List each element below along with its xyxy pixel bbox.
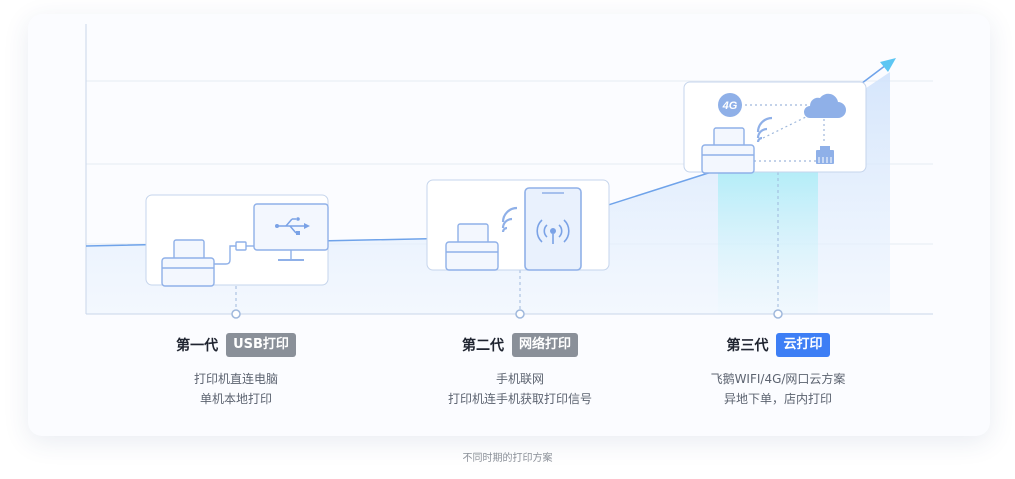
usb-printing-badge: USB打印 (226, 333, 296, 357)
network-printing-badge: 网络打印 (511, 333, 578, 357)
timeline-dot-2 (515, 309, 525, 319)
network-printing-illustration (426, 179, 610, 271)
growth-arrowhead (880, 58, 896, 72)
cloud-printing-illustration: 4G (683, 81, 867, 174)
generation-desc-line: 飞鹅WIFI/4G/网口云方案 (710, 372, 846, 386)
generation-label: 第二代 (461, 338, 504, 354)
generation-label: 第三代 (726, 338, 769, 354)
generation-desc-line: 打印机连手机获取打印信号 (447, 392, 592, 406)
generation-3: 第三代 云打印 飞鹅WIFI/4G/网口云方案 异地下单，店内打印 (648, 332, 908, 409)
generation-desc-line: 打印机直连电脑 (193, 372, 278, 386)
usb-plug-icon (235, 241, 247, 251)
4g-icon-label: 4G (722, 100, 738, 112)
usb-printing-illustration (145, 194, 329, 287)
cloud-beam (718, 164, 818, 314)
figure-caption: 不同时期的打印方案 (462, 453, 553, 464)
cloud-printing-badge: 云打印 (776, 333, 830, 357)
evolution-card: 4G 第一代 USB打印 打印机直连电脑 单机本地打印 第二代 网络打印 手机联… (28, 14, 990, 436)
generation-desc-line: 异地下单，店内打印 (723, 392, 832, 406)
generation-1: 第一代 USB打印 打印机直连电脑 单机本地打印 (106, 332, 366, 409)
generation-label: 第一代 (176, 338, 219, 354)
timeline-dot-1 (231, 309, 241, 319)
generation-2: 第二代 网络打印 手机联网 打印机连手机获取打印信号 (390, 332, 650, 409)
timeline-dot-3 (773, 309, 783, 319)
generation-desc-line: 手机联网 (495, 372, 544, 386)
generation-desc-line: 单机本地打印 (199, 392, 272, 406)
